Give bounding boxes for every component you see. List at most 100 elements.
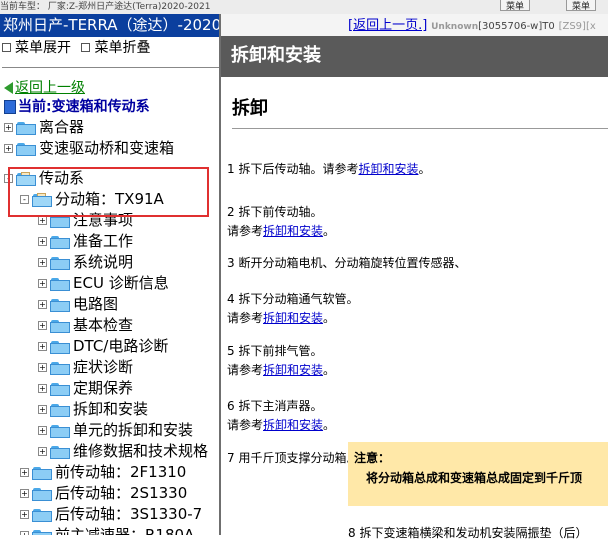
step-text: 请参考 [227, 363, 264, 377]
expand-toggle-icon[interactable]: + [38, 405, 47, 414]
expand-toggle-icon[interactable]: + [38, 279, 47, 288]
tree-node-label: 后传动轴：2S1330 [55, 484, 188, 502]
current-location: 当前:变速箱和传动系 [4, 96, 150, 116]
removal-installation-link[interactable]: 拆卸和安装 [358, 162, 418, 176]
heading-removal: 拆卸 [232, 98, 268, 119]
tree-node-label: 单元的拆卸和安装 [73, 421, 194, 439]
folder-icon [50, 277, 70, 291]
step-text-end: 。 [323, 418, 336, 432]
step-text: 4 拆下分动箱通气软管。 [227, 292, 359, 306]
tree-node-label: 定期保养 [73, 379, 134, 397]
expand-all-button[interactable]: 菜单展开 [2, 37, 71, 59]
tree-node-label: ECU 诊断信息 [73, 274, 169, 292]
expand-toggle-icon[interactable]: + [38, 258, 47, 267]
tree-node-label: 电路图 [73, 295, 119, 313]
tree-node[interactable]: + 准备工作 [38, 231, 133, 252]
expand-toggle-icon[interactable]: + [38, 237, 47, 246]
tree-node[interactable]: + 定期保养 [38, 378, 133, 399]
back-page-link[interactable]: [返回上一页.] [348, 18, 427, 33]
tree-node[interactable]: + 前主减速器：R180A [20, 525, 194, 535]
step-2-line-1: 2 拆下前传动轴。 [227, 203, 322, 222]
highlight-box [8, 167, 209, 217]
step-8: 8 拆下变速箱横梁和发动机安装隔振垫（后） [348, 526, 588, 540]
zs-code: [ZS9] [558, 21, 586, 32]
tree-node[interactable]: + 电路图 [38, 294, 118, 315]
tree-node[interactable]: + ECU 诊断信息 [38, 273, 169, 294]
step-text: 请参考 [227, 418, 264, 432]
expand-toggle-icon[interactable]: + [38, 321, 47, 330]
removal-installation-link[interactable]: 拆卸和安装 [263, 418, 323, 432]
step-5-line-1: 5 拆下前排气管。 [227, 342, 322, 361]
tree-node[interactable]: + DTC/电路诊断 [38, 336, 168, 357]
back-up-level-link[interactable]: 返回上一级 [4, 77, 85, 97]
tree-node-label: 离合器 [39, 118, 85, 136]
expand-toggle-icon[interactable]: + [38, 363, 47, 372]
expand-toggle-icon[interactable]: + [38, 426, 47, 435]
expand-toggle-icon[interactable]: + [38, 384, 47, 393]
menu-button-2[interactable]: 菜单 [566, 0, 596, 12]
tree-node-label: 维修数据和技术规格 [73, 442, 209, 460]
folder-icon [32, 487, 52, 501]
folder-icon [50, 382, 70, 396]
folder-icon [16, 121, 36, 135]
step-text: 请参考 [227, 224, 264, 238]
tree-node[interactable]: + 维修数据和技术规格 [38, 441, 208, 462]
removal-installation-link[interactable]: 拆卸和安装 [263, 363, 323, 377]
tree-node[interactable]: + 变速驱动桥和变速箱 [4, 138, 174, 159]
step-3-line-1: 3 断开分动箱电机、分动箱旋转位置传感器、 [227, 254, 466, 273]
folder-icon [50, 340, 70, 354]
step-text-end: 。 [418, 162, 431, 176]
step-2-line-2: 请参考拆卸和安装。 [227, 222, 335, 241]
tree-node[interactable]: + 单元的拆卸和安装 [38, 420, 193, 441]
expand-toggle-icon[interactable]: + [20, 468, 29, 477]
tree-node[interactable]: + 系统说明 [38, 252, 133, 273]
step-text: 5 拆下前排气管。 [227, 344, 323, 358]
tree-node[interactable]: + 拆卸和安装 [38, 399, 148, 420]
step-text: 请参考 [227, 311, 264, 325]
expand-toggle-icon[interactable]: + [20, 489, 29, 498]
back-arrow-icon [4, 82, 13, 94]
step-text: 6 拆下主消声器。 [227, 399, 323, 413]
menu-expand-collapse-row: 菜单展开 菜单折叠 [0, 37, 219, 68]
tree-node-label: 前传动轴：2F1310 [55, 463, 187, 481]
tree-node[interactable]: + 后传动轴：3S1330-7 [20, 504, 202, 525]
tree-node-label: 症状诊断 [73, 358, 134, 376]
step-4-line-2: 请参考拆卸和安装。 [227, 309, 335, 328]
expand-toggle-icon[interactable]: + [4, 144, 13, 153]
removal-installation-link[interactable]: 拆卸和安装 [263, 224, 323, 238]
step-6-line-1: 6 拆下主消声器。 [227, 397, 322, 416]
removal-installation-link[interactable]: 拆卸和安装 [263, 311, 323, 325]
tree-node-label: DTC/电路诊断 [73, 337, 169, 355]
step-1-line-1: 1 拆下后传动轴。请参考拆卸和安装。 [227, 160, 430, 179]
tree-node[interactable]: + 前传动轴：2F1310 [20, 462, 186, 483]
tree-node-label: 基本检查 [73, 316, 134, 334]
step-text-end: 。 [323, 224, 336, 238]
expand-toggle-icon[interactable]: + [20, 510, 29, 519]
current-vehicle-info: 当前车型： 厂家:Z-郑州日产途达(Terra)2020-2021 [0, 2, 211, 12]
section-title: 拆卸和安装 [221, 36, 608, 77]
tree-node-label: 准备工作 [73, 232, 134, 250]
expand-toggle-icon[interactable]: + [4, 123, 13, 132]
expand-toggle-icon[interactable]: + [38, 300, 47, 309]
expand-toggle-icon[interactable]: + [20, 531, 29, 535]
unknown-label: Unknown [431, 22, 479, 32]
folder-icon [50, 424, 70, 438]
expand-toggle-icon[interactable]: + [38, 216, 47, 225]
collapse-icon [81, 42, 91, 52]
expand-toggle-icon[interactable]: + [38, 342, 47, 351]
expand-toggle-icon[interactable]: + [38, 447, 47, 456]
step-text: 1 拆下后传动轴。请参考 [227, 162, 359, 176]
tree-node[interactable]: + 后传动轴：2S1330 [20, 483, 187, 504]
doc-header-row: [返回上一页.] Unknown[3055706-w]T0 [ZS9][x [221, 14, 608, 36]
tree-node-label: 前主减速器：R180A [55, 526, 195, 535]
step-5-line-2: 请参考拆卸和安装。 [227, 361, 335, 380]
tree-node-label: 变速驱动桥和变速箱 [39, 139, 175, 157]
tree-node-label: 拆卸和安装 [73, 400, 149, 418]
collapse-all-button[interactable]: 菜单折叠 [81, 37, 150, 59]
tree-node[interactable]: + 基本检查 [38, 315, 133, 336]
folder-icon [32, 529, 52, 535]
step-text: 3 断开分动箱电机、分动箱旋转位置传感器、 [227, 256, 467, 270]
tree-node[interactable]: + 离合器 [4, 117, 84, 138]
tree-node[interactable]: + 症状诊断 [38, 357, 133, 378]
menu-button-1[interactable]: 菜单 [500, 0, 530, 12]
